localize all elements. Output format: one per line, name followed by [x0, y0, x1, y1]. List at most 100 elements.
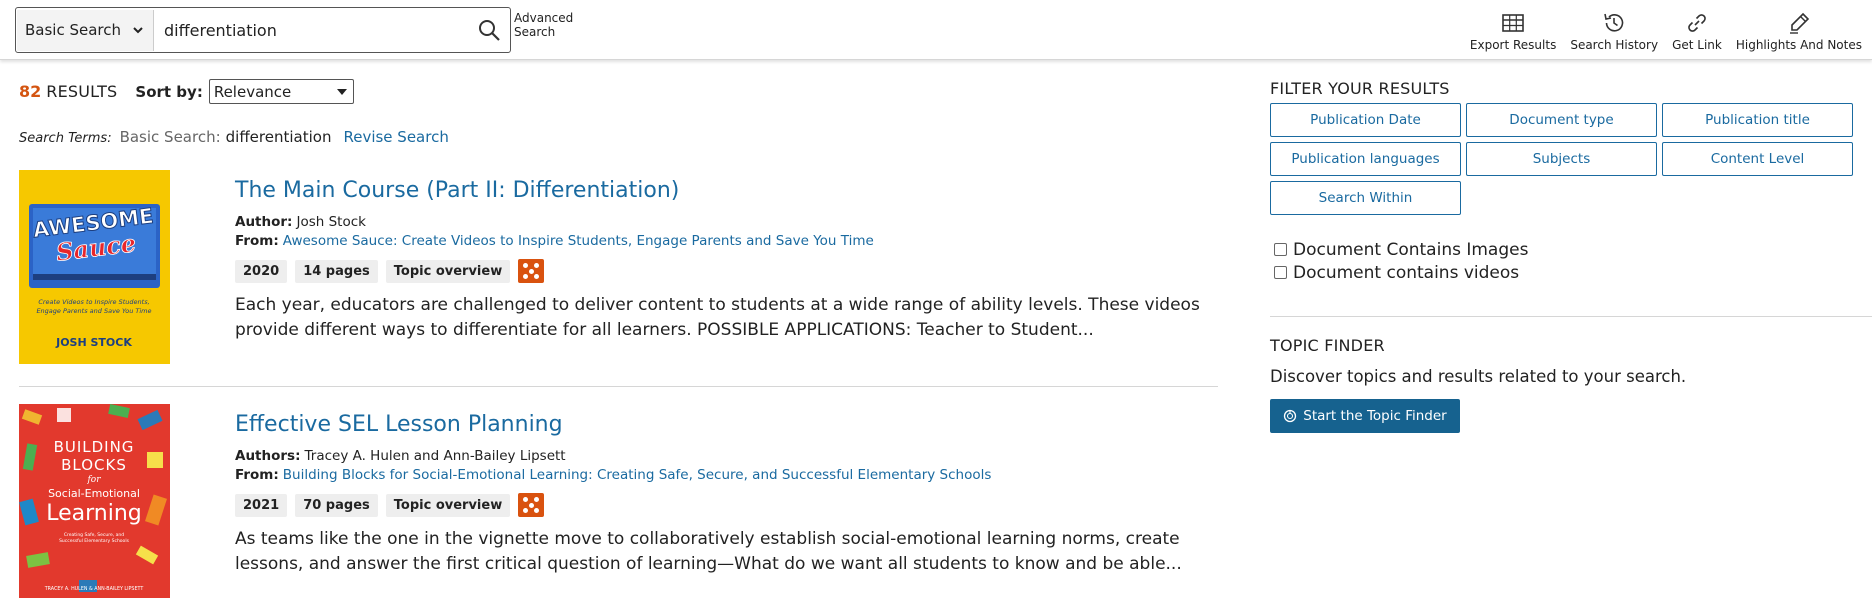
- checkbox-row-images: Document Contains Images: [1274, 238, 1528, 261]
- cover-building-blocks: BUILDING BLOCKS for Social-Emotional Lea…: [19, 404, 170, 598]
- revise-search-link[interactable]: Revise Search: [343, 128, 448, 146]
- search-button[interactable]: [468, 9, 510, 51]
- svg-text:Engage Parents and Save You Ti: Engage Parents and Save You Time: [36, 307, 151, 315]
- svg-text:Learning: Learning: [46, 501, 142, 526]
- top-toolbar: Basic Search differentiation Advanced Se…: [0, 0, 1872, 60]
- results-word: RESULTS: [46, 82, 118, 101]
- export-results-label: Export Results: [1469, 38, 1557, 52]
- search-history-label: Search History: [1570, 38, 1659, 52]
- highlights-notes-label: Highlights And Notes: [1735, 38, 1862, 52]
- pages-badge: 14 pages: [295, 259, 378, 283]
- chevron-down-icon: [133, 27, 143, 34]
- year-badge: 2021: [235, 493, 288, 517]
- images-checkbox-label[interactable]: Document Contains Images: [1293, 240, 1528, 260]
- topic-finder-icon: [1284, 409, 1297, 423]
- start-topic-finder-label: Start the Topic Finder: [1303, 408, 1447, 424]
- advanced-search-link[interactable]: Advanced Search: [514, 11, 574, 39]
- start-topic-finder-button[interactable]: Start the Topic Finder: [1270, 399, 1460, 433]
- from-label: From:: [235, 467, 279, 483]
- cover-awesome-sauce: AWESOME Sauce Create Videos to Inspire S…: [19, 170, 170, 364]
- search-type-select[interactable]: Basic Search: [17, 9, 154, 51]
- sort-value: Relevance: [213, 82, 292, 101]
- svg-text:Successful Elementary Schools: Successful Elementary Schools: [59, 538, 130, 544]
- toolbar-tools: Export Results Search History Get Link H…: [1456, 10, 1862, 52]
- book-cover-image[interactable]: BUILDING BLOCKS for Social-Emotional Lea…: [19, 404, 170, 598]
- search-terms-type: Basic Search:: [119, 128, 221, 146]
- result-body: The Main Course (Part II: Differentiatio…: [235, 178, 1225, 343]
- author-label: Author:: [235, 214, 293, 230]
- dropdown-arrow-icon: [336, 88, 347, 95]
- author-value: Tracey A. Hulen and Ann-Bailey Lipsett: [304, 448, 566, 464]
- filter-checkboxes: Document Contains Images Document contai…: [1274, 238, 1528, 284]
- svg-text:for: for: [86, 475, 101, 485]
- result-badges: 2020 14 pages Topic overview: [235, 259, 1225, 283]
- filter-document-type[interactable]: Document type: [1466, 103, 1657, 137]
- filter-title: FILTER YOUR RESULTS: [1270, 79, 1450, 98]
- search-terms-value: differentiation: [225, 128, 332, 146]
- highlights-notes-button[interactable]: Highlights And Notes: [1736, 10, 1862, 52]
- doc-type-badge: Topic overview: [385, 493, 511, 517]
- result-item: BUILDING BLOCKS for Social-Emotional Lea…: [19, 404, 1218, 604]
- svg-text:Social-Emotional: Social-Emotional: [48, 487, 140, 500]
- link-icon: [1688, 14, 1706, 32]
- filter-publication-languages[interactable]: Publication languages: [1270, 142, 1461, 176]
- result-abstract: As teams like the one in the vignette mo…: [235, 529, 1182, 574]
- year-badge: 2020: [235, 259, 288, 283]
- filter-buttons: Publication Date Document type Publicati…: [1270, 103, 1854, 215]
- export-results-button[interactable]: Export Results: [1470, 10, 1556, 52]
- get-link-button[interactable]: Get Link: [1672, 10, 1722, 52]
- source-link[interactable]: Awesome Sauce: Create Videos to Inspire …: [283, 233, 874, 249]
- get-link-label: Get Link: [1672, 38, 1722, 52]
- images-checkbox[interactable]: [1274, 243, 1287, 256]
- author-label: Authors:: [235, 448, 301, 464]
- result-title-link[interactable]: The Main Course (Part II: Differentiatio…: [235, 178, 1225, 203]
- pen-icon: [1789, 12, 1810, 34]
- svg-text:TRACEY A. HULEN & ANN-BAILEY L: TRACEY A. HULEN & ANN-BAILEY LIPSETT: [44, 586, 144, 592]
- result-abstract: Each year, educators are challenged to d…: [235, 295, 1200, 340]
- filter-subjects[interactable]: Subjects: [1466, 142, 1657, 176]
- svg-text:JOSH STOCK: JOSH STOCK: [55, 336, 132, 349]
- topic-overview-icon: [518, 493, 545, 517]
- book-cover-image[interactable]: AWESOME Sauce Create Videos to Inspire S…: [19, 170, 170, 364]
- svg-text:BLOCKS: BLOCKS: [61, 456, 127, 474]
- source-link[interactable]: Building Blocks for Social-Emotional Lea…: [283, 467, 992, 483]
- doc-type-badge: Topic overview: [385, 259, 511, 283]
- svg-text:BUILDING: BUILDING: [54, 438, 135, 456]
- checkbox-row-videos: Document contains videos: [1274, 261, 1528, 284]
- filter-content-level[interactable]: Content Level: [1662, 142, 1853, 176]
- table-icon: [1502, 14, 1524, 32]
- search-input[interactable]: differentiation: [154, 21, 468, 40]
- search-terms: Search Terms: Basic Search: differentiat…: [19, 128, 449, 146]
- topic-overview-icon: [518, 259, 545, 283]
- result-divider: [19, 386, 1218, 387]
- history-icon: [1604, 13, 1624, 32]
- source-line: From: Awesome Sauce: Create Videos to Ins…: [235, 232, 1225, 251]
- author-value: Josh Stock: [296, 214, 366, 230]
- sort-select[interactable]: Relevance: [208, 79, 354, 104]
- videos-checkbox[interactable]: [1274, 266, 1287, 279]
- filter-search-within[interactable]: Search Within: [1270, 181, 1461, 215]
- filter-publication-date[interactable]: Publication Date: [1270, 103, 1461, 137]
- search-box: Basic Search differentiation: [15, 7, 511, 53]
- sort-by-label: Sort by:: [135, 82, 203, 101]
- search-history-button[interactable]: Search History: [1570, 10, 1658, 52]
- author-line: Authors: Tracey A. Hulen and Ann-Bailey L…: [235, 447, 1225, 466]
- search-type-value: Basic Search: [25, 21, 122, 39]
- pages-badge: 70 pages: [295, 493, 378, 517]
- result-title-link[interactable]: Effective SEL Lesson Planning: [235, 412, 1225, 437]
- filter-publication-title[interactable]: Publication title: [1662, 103, 1853, 137]
- results-count: 82: [19, 82, 42, 101]
- result-body: Effective SEL Lesson Planning Authors: Tr…: [235, 412, 1225, 577]
- search-icon: [479, 20, 500, 41]
- topic-finder-description: Discover topics and results related to y…: [1270, 367, 1687, 386]
- sidebar-divider: [1270, 316, 1872, 317]
- results-summary: 82 RESULTS Sort by: Relevance: [19, 79, 354, 104]
- result-item: AWESOME Sauce Create Videos to Inspire S…: [19, 170, 1218, 370]
- topic-finder-title: TOPIC FINDER: [1270, 336, 1385, 355]
- result-badges: 2021 70 pages Topic overview: [235, 493, 1225, 517]
- svg-text:Creating Safe, Secure, and: Creating Safe, Secure, and: [64, 532, 124, 538]
- from-label: From:: [235, 233, 279, 249]
- source-line: From: Building Blocks for Social-Emotiona…: [235, 466, 1225, 485]
- search-terms-label: Search Terms:: [19, 131, 112, 146]
- videos-checkbox-label[interactable]: Document contains videos: [1293, 263, 1519, 283]
